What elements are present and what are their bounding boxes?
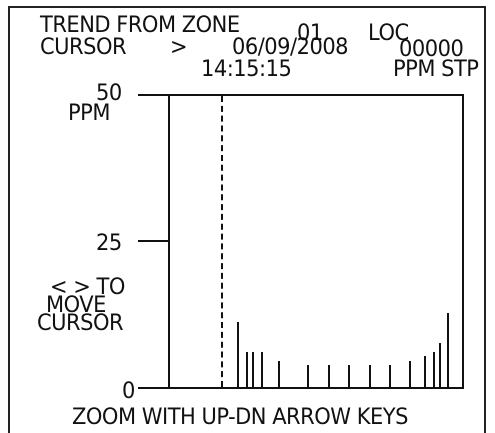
help-line-cursor: CURSOR	[37, 309, 124, 336]
trend-spike	[424, 356, 427, 387]
y-tick-25	[138, 240, 168, 242]
trend-spike	[438, 343, 441, 387]
cursor-arrow: >	[170, 33, 188, 60]
trend-spike	[389, 365, 391, 387]
y-tick-50	[138, 94, 168, 96]
y-axis-unit-label: PPM	[68, 99, 110, 126]
trend-spike	[278, 360, 281, 387]
trend-spike	[447, 312, 450, 387]
y-tick-0	[138, 387, 168, 389]
trend-spike	[409, 360, 412, 387]
cursor-date: 06/09/2008	[232, 33, 349, 60]
trend-cursor-line[interactable]	[221, 96, 223, 387]
trend-spike	[348, 365, 351, 387]
trend-spike	[432, 352, 435, 387]
trend-spike	[368, 365, 371, 387]
zoom-help-footer: ZOOM WITH UP-DN ARROW KEYS	[72, 403, 408, 430]
trend-plot-area	[168, 94, 464, 389]
trend-spike	[251, 352, 254, 387]
trend-spike	[260, 352, 263, 387]
trend-spike	[245, 352, 248, 387]
y-axis-min-label: 0	[122, 377, 135, 404]
trend-spike	[327, 365, 330, 387]
cursor-time: 14:15:15	[201, 55, 292, 82]
units-label: PPM STP	[393, 55, 479, 82]
trend-title: TREND FROM ZONE	[40, 11, 240, 38]
trend-spike	[307, 365, 310, 387]
cursor-label: CURSOR	[40, 33, 127, 60]
y-axis-mid-label: 25	[96, 229, 122, 256]
trend-spike	[237, 321, 240, 387]
